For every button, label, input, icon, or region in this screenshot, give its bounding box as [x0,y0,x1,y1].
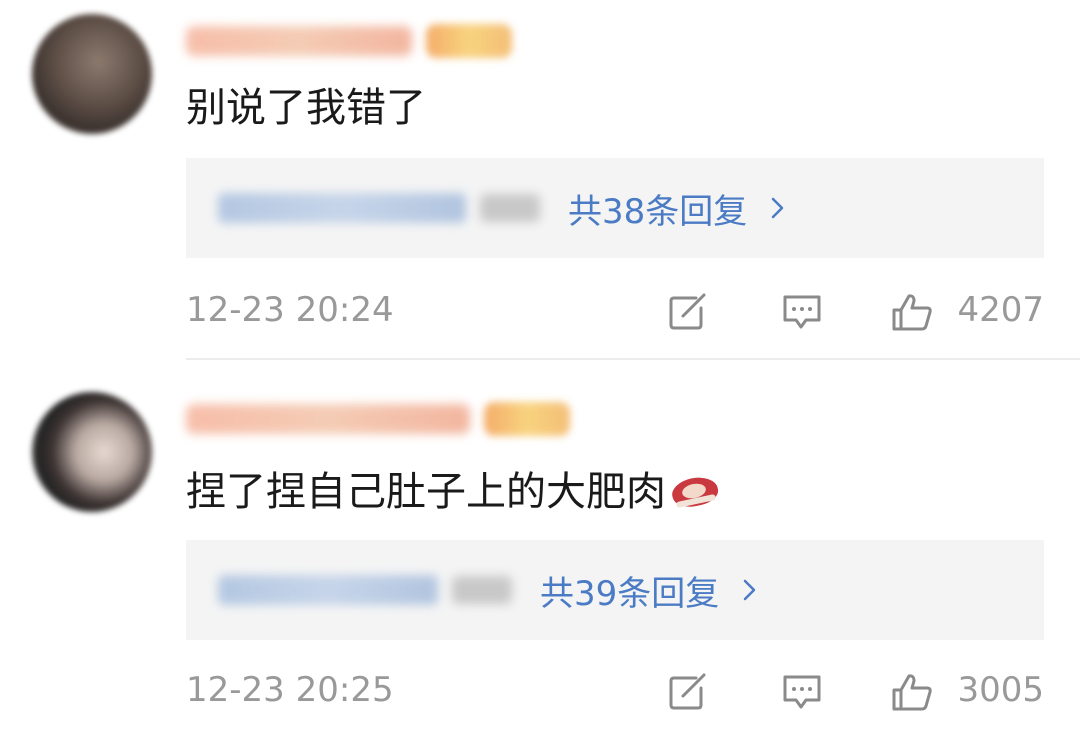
comment-text-row: 捏了捏自己肚子上的大肥肉 [186,466,721,518]
reply-preview[interactable]: 共38条回复 [186,158,1044,258]
meat-emoji [669,472,721,512]
vip-badge-blurred [484,402,570,436]
comment-item: 捏了捏自己肚子上的大肥肉 共39条回复 12-23 20:25 3005 [0,378,1080,740]
reply-others-blurred [480,194,540,222]
comment-text: 捏了捏自己肚子上的大肥肉 [186,469,666,515]
share-icon[interactable] [666,672,710,712]
avatar[interactable] [32,392,152,512]
comment-footer: 12-23 20:25 3005 [186,668,1044,716]
divider [186,358,1080,360]
like-icon[interactable] [890,672,934,712]
username-blurred[interactable] [186,404,470,434]
timestamp: 12-23 20:24 [186,290,394,330]
chevron-right-icon [737,578,761,602]
reply-count-link[interactable]: 共38条回复 [568,184,747,233]
like-count: 4207 [957,290,1044,330]
share-icon[interactable] [666,292,710,332]
username-blurred[interactable] [186,26,412,56]
comment-item: 别说了我错了 共38条回复 12-23 20:24 4207 [0,0,1080,360]
reply-others-blurred [452,576,512,604]
timestamp: 12-23 20:25 [186,670,394,710]
reply-usernames-blurred[interactable] [218,193,466,223]
reply-count-link[interactable]: 共39条回复 [540,566,719,615]
like-icon[interactable] [890,292,934,332]
comment-icon[interactable] [780,292,824,332]
comment-icon[interactable] [780,672,824,712]
comment-text: 别说了我错了 [186,85,426,131]
comment-footer: 12-23 20:24 4207 [186,288,1044,336]
avatar[interactable] [32,14,152,134]
reply-usernames-blurred[interactable] [218,575,438,605]
like-count: 3005 [957,670,1044,710]
username-row[interactable] [186,402,570,436]
reply-preview[interactable]: 共39条回复 [186,540,1044,640]
chevron-right-icon [765,196,789,220]
username-row[interactable] [186,24,512,58]
vip-badge-blurred [426,24,512,58]
